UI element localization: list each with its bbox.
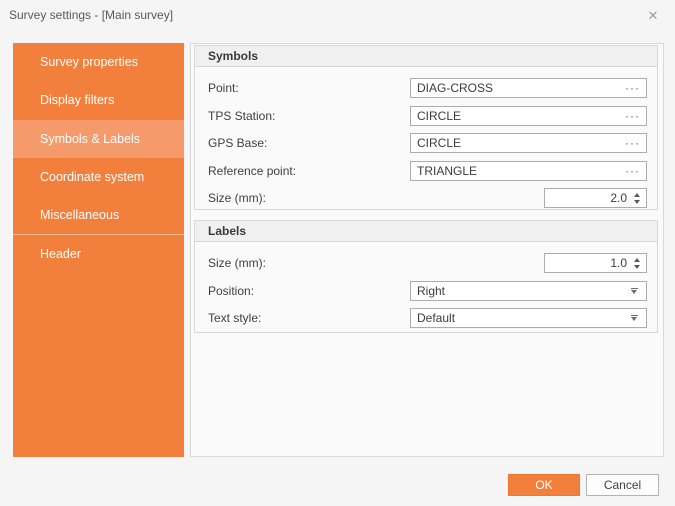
label-size-row: Size (mm): 1.0 [208,253,647,273]
spin-down-icon[interactable] [634,200,640,204]
label-size-label: Size (mm): [208,256,266,270]
gps-base-symbol-value: CIRCLE [411,136,625,150]
text-style-dropdown[interactable]: Default [410,308,647,328]
spin-up-icon[interactable] [634,193,640,197]
reference-point-symbol-value: TRIANGLE [411,164,625,178]
symbols-group-body: Point: DIAG-CROSS ··· TPS Station: CIRCL… [195,67,657,208]
point-label: Point: [208,81,239,95]
titlebar: Survey settings - [Main survey] ✕ [0,0,675,32]
tps-station-symbol-row: TPS Station: CIRCLE ··· [208,106,647,126]
chevron-down-icon[interactable] [631,288,639,294]
spin-up-icon[interactable] [634,258,640,262]
labels-group: Labels Size (mm): 1.0 Position: [194,220,658,333]
label-position-label: Position: [208,284,254,298]
text-style-row: Text style: Default [208,308,647,328]
sidebar-item-label: Symbols & Labels [40,132,140,146]
reference-point-symbol-row: Reference point: TRIANGLE ··· [208,161,647,181]
label-position-value: Right [411,284,631,298]
survey-settings-dialog: Survey settings - [Main survey] ✕ Survey… [0,0,675,506]
label-size-value: 1.0 [545,256,631,270]
close-icon[interactable]: ✕ [643,6,663,26]
labels-group-title: Labels [195,221,657,242]
point-symbol-value: DIAG-CROSS [411,81,625,95]
tps-station-label: TPS Station: [208,109,275,123]
label-size-stepper[interactable]: 1.0 [544,253,647,273]
sidebar-item-survey-properties[interactable]: Survey properties [13,43,184,81]
ellipsis-icon[interactable]: ··· [625,164,646,178]
settings-content-panel: Symbols Point: DIAG-CROSS ··· TPS Statio… [190,43,664,457]
symbols-group-title: Symbols [195,46,657,67]
sidebar-item-label: Display filters [40,93,114,107]
sidebar-item-label: Miscellaneous [40,208,119,222]
chevron-down-icon[interactable] [631,315,639,321]
label-position-dropdown[interactable]: Right [410,281,647,301]
reference-point-symbol-picker[interactable]: TRIANGLE ··· [410,161,647,181]
spinner-arrows [634,193,640,204]
symbol-size-label: Size (mm): [208,191,266,205]
ok-button[interactable]: OK [508,474,580,496]
sidebar-item-coordinate-system[interactable]: Coordinate system [13,158,184,196]
label-position-row: Position: Right [208,281,647,301]
sidebar-item-label: Survey properties [40,55,138,69]
reference-point-label: Reference point: [208,164,296,178]
gps-base-symbol-picker[interactable]: CIRCLE ··· [410,133,647,153]
symbol-size-value: 2.0 [545,191,631,205]
tps-station-symbol-value: CIRCLE [411,109,625,123]
gps-base-label: GPS Base: [208,136,267,150]
sidebar-item-miscellaneous[interactable]: Miscellaneous [13,196,184,234]
dialog-title: Survey settings - [Main survey] [9,8,173,22]
labels-group-body: Size (mm): 1.0 Position: Right [195,242,657,328]
sidebar-item-symbols-labels[interactable]: Symbols & Labels [13,120,184,158]
text-style-label: Text style: [208,311,261,325]
settings-nav-sidebar: Survey properties Display filters Symbol… [13,43,184,457]
symbol-size-row: Size (mm): 2.0 [208,188,647,208]
sidebar-item-display-filters[interactable]: Display filters [13,81,184,119]
sidebar-item-label: Coordinate system [40,170,144,184]
ellipsis-icon[interactable]: ··· [625,81,646,95]
point-symbol-row: Point: DIAG-CROSS ··· [208,78,647,98]
spin-down-icon[interactable] [634,265,640,269]
ellipsis-icon[interactable]: ··· [625,109,646,123]
sidebar-item-header[interactable]: Header [13,234,184,272]
text-style-value: Default [411,311,631,325]
point-symbol-picker[interactable]: DIAG-CROSS ··· [410,78,647,98]
symbols-group: Symbols Point: DIAG-CROSS ··· TPS Statio… [194,45,658,210]
gps-base-symbol-row: GPS Base: CIRCLE ··· [208,133,647,153]
cancel-button[interactable]: Cancel [586,474,659,496]
spinner-arrows [634,258,640,269]
symbol-size-stepper[interactable]: 2.0 [544,188,647,208]
ellipsis-icon[interactable]: ··· [625,136,646,150]
tps-station-symbol-picker[interactable]: CIRCLE ··· [410,106,647,126]
sidebar-item-label: Header [40,247,81,261]
